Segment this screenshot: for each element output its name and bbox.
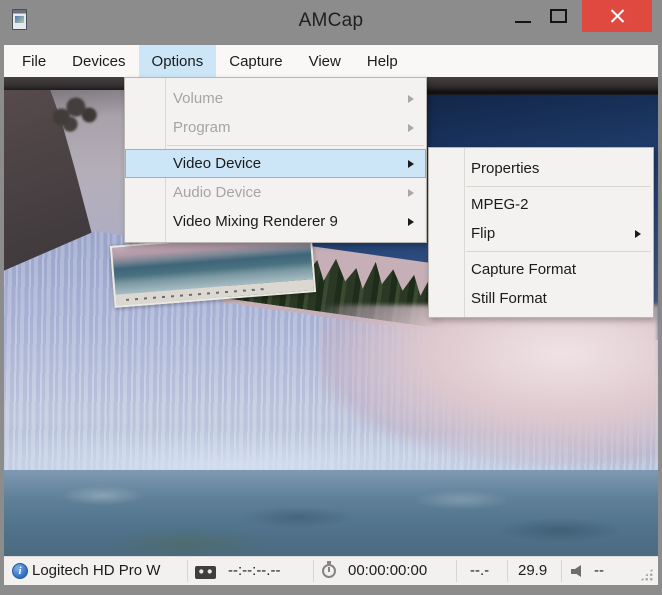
statusbar-separator bbox=[561, 560, 562, 582]
speaker-icon bbox=[571, 565, 585, 578]
video-device-submenu: Properties MPEG-2 Flip Capture Format St… bbox=[428, 147, 654, 318]
capture-timecode: --:--:--.-- bbox=[228, 562, 280, 579]
menu-item-label: Audio Device bbox=[173, 184, 261, 201]
churning-water bbox=[4, 470, 658, 556]
submenu-arrow-icon bbox=[408, 160, 414, 168]
menu-item-label: Flip bbox=[471, 225, 495, 242]
submenu-arrow-icon bbox=[408, 189, 414, 197]
statusbar-separator bbox=[313, 560, 314, 582]
menu-item-label: Capture Format bbox=[471, 261, 576, 278]
options-menu: Volume Program Video Device Audio Device… bbox=[124, 77, 427, 243]
menu-item-label: Video Mixing Renderer 9 bbox=[173, 213, 338, 230]
statusbar-separator bbox=[187, 560, 188, 582]
menu-separator bbox=[429, 183, 653, 190]
resize-grip[interactable] bbox=[640, 568, 653, 581]
timer-value: 00:00:00:00 bbox=[348, 562, 427, 579]
close-button[interactable] bbox=[582, 0, 652, 32]
amcap-window: AMCap File Devices Options Capture View … bbox=[0, 0, 662, 595]
submenu-arrow-icon bbox=[635, 230, 641, 238]
statusbar-separator bbox=[507, 560, 508, 582]
device-name: Logitech HD Pro W bbox=[32, 562, 160, 579]
minimize-button[interactable] bbox=[510, 0, 536, 32]
stopwatch-icon bbox=[322, 564, 336, 578]
menu-item-program[interactable]: Program bbox=[125, 113, 426, 142]
statusbar-separator bbox=[456, 560, 457, 582]
menu-item-label: Video Device bbox=[173, 155, 261, 172]
statusbar: i Logitech HD Pro W --:--:--.-- 00:00:00… bbox=[4, 556, 658, 585]
menu-item-label: Program bbox=[173, 119, 231, 136]
menu-item-video-mixing-renderer-9[interactable]: Video Mixing Renderer 9 bbox=[125, 207, 426, 236]
menu-item-capture-format[interactable]: Capture Format bbox=[429, 255, 653, 284]
framerate-value: 29.9 bbox=[518, 562, 547, 579]
menu-item-label: Still Format bbox=[471, 290, 547, 307]
menu-item-flip[interactable]: Flip bbox=[429, 219, 653, 248]
menu-file[interactable]: File bbox=[9, 45, 59, 77]
menu-item-volume[interactable]: Volume bbox=[125, 84, 426, 113]
menu-help[interactable]: Help bbox=[354, 45, 411, 77]
info-icon: i bbox=[12, 563, 28, 579]
menu-item-label: MPEG-2 bbox=[471, 196, 529, 213]
close-icon bbox=[609, 9, 625, 23]
menu-item-audio-device[interactable]: Audio Device bbox=[125, 178, 426, 207]
menu-separator bbox=[429, 248, 653, 255]
titlebar[interactable]: AMCap bbox=[0, 0, 662, 45]
maximize-icon bbox=[550, 9, 567, 23]
submenu-arrow-icon bbox=[408, 124, 414, 132]
submenu-arrow-icon bbox=[408, 95, 414, 103]
menu-item-still-format[interactable]: Still Format bbox=[429, 284, 653, 313]
menu-item-mpeg-2[interactable]: MPEG-2 bbox=[429, 190, 653, 219]
menu-separator bbox=[125, 142, 426, 149]
cassette-icon bbox=[195, 566, 216, 579]
menu-item-label: Properties bbox=[471, 160, 539, 177]
window-border bbox=[0, 585, 662, 595]
minimize-icon bbox=[515, 21, 531, 23]
cliff-tree bbox=[44, 93, 102, 133]
menu-view[interactable]: View bbox=[296, 45, 354, 77]
menu-devices[interactable]: Devices bbox=[59, 45, 138, 77]
menu-item-label: Volume bbox=[173, 90, 223, 107]
menu-options[interactable]: Options bbox=[139, 45, 217, 77]
submenu-arrow-icon bbox=[408, 218, 414, 226]
dropped-value: --.- bbox=[470, 562, 489, 579]
maximize-button[interactable] bbox=[546, 0, 572, 32]
menu-item-video-device[interactable]: Video Device bbox=[125, 149, 426, 178]
audio-value: -- bbox=[594, 562, 604, 579]
menu-item-properties[interactable]: Properties bbox=[429, 154, 653, 183]
menubar: File Devices Options Capture View Help bbox=[4, 45, 658, 77]
menu-capture[interactable]: Capture bbox=[216, 45, 295, 77]
